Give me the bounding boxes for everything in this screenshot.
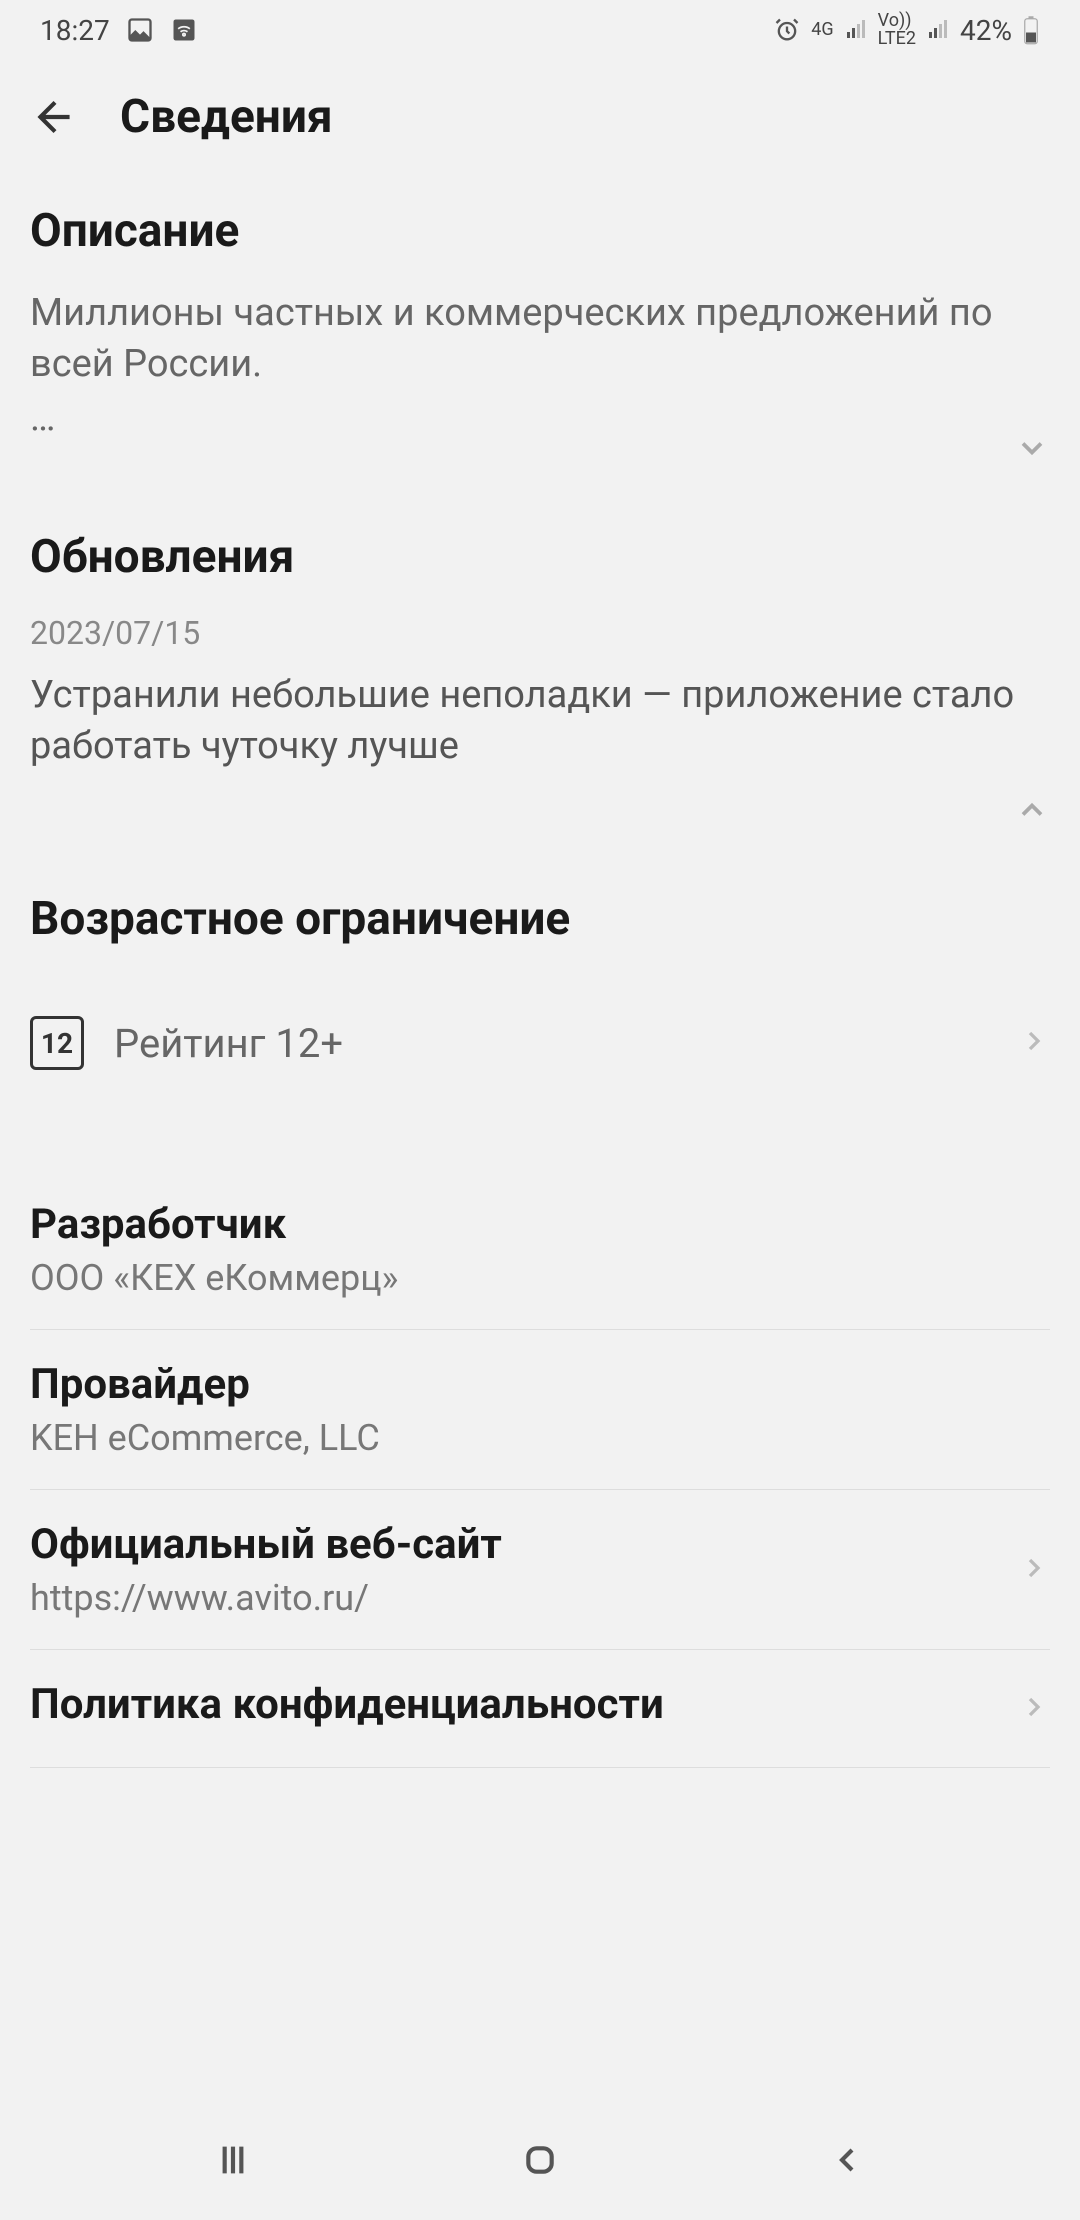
privacy-row[interactable]: Политика конфиденциальности xyxy=(30,1650,1050,1768)
status-right: 4G Vo))LTE2 42% xyxy=(773,12,1040,48)
updates-text: Устранили небольшие неполадки — приложен… xyxy=(30,670,1050,773)
chevron-down-icon xyxy=(1014,430,1050,470)
chevron-right-icon xyxy=(1018,1552,1050,1588)
privacy-label: Политика конфиденциальности xyxy=(30,1680,998,1729)
website-row[interactable]: Официальный веб-сайт https://www.avito.r… xyxy=(30,1490,1050,1650)
header: Сведения xyxy=(0,60,1080,174)
wifi-icon xyxy=(170,16,198,44)
age-badge-icon: 12 xyxy=(30,1016,84,1070)
status-bar: 18:27 4G Vo))LTE2 42% xyxy=(0,0,1080,60)
battery-icon xyxy=(1022,15,1040,45)
signal-icon-2 xyxy=(926,18,950,42)
navigation-bar xyxy=(0,2100,1080,2220)
website-label: Официальный веб-сайт xyxy=(30,1520,998,1569)
description-section: Описание Миллионы частных и коммерческих… xyxy=(30,204,1050,470)
updates-date: 2023/07/15 xyxy=(30,614,1050,652)
status-left: 18:27 xyxy=(40,14,198,47)
image-icon xyxy=(126,16,154,44)
chevron-right-icon xyxy=(1018,1025,1050,1061)
provider-row: Провайдер KEH eCommerce, LLC xyxy=(30,1330,1050,1490)
developer-label: Разработчик xyxy=(30,1200,1050,1249)
signal-icon-1 xyxy=(844,18,868,42)
chevron-up-icon xyxy=(1014,792,1050,832)
developer-value: ООО «КЕХ еКоммерц» xyxy=(30,1257,1050,1299)
updates-title: Обновления xyxy=(30,530,1050,584)
age-rating-label: Рейтинг 12+ xyxy=(114,1020,988,1067)
developer-row: Разработчик ООО «КЕХ еКоммерц» xyxy=(30,1170,1050,1330)
net-4g: 4G xyxy=(811,21,833,39)
back-nav-button[interactable] xyxy=(827,2140,867,2180)
age-section: Возрастное ограничение 12 Рейтинг 12+ xyxy=(30,892,1050,1110)
age-title: Возрастное ограничение xyxy=(30,892,1050,946)
chevron-right-icon xyxy=(1018,1691,1050,1727)
website-value: https://www.avito.ru/ xyxy=(30,1577,998,1619)
recents-button[interactable] xyxy=(213,2140,253,2180)
updates-section: Обновления 2023/07/15 Устранили небольши… xyxy=(30,530,1050,833)
battery-percent: 42% xyxy=(960,14,1012,47)
info-list: Разработчик ООО «КЕХ еКоммерц» Провайдер… xyxy=(30,1170,1050,1768)
provider-label: Провайдер xyxy=(30,1360,1050,1409)
net-volte: Vo))LTE2 xyxy=(878,12,916,48)
description-text: Миллионы частных и коммерческих предложе… xyxy=(30,288,1050,391)
collapse-updates[interactable] xyxy=(30,792,1050,832)
expand-description[interactable] xyxy=(30,430,1050,470)
status-time: 18:27 xyxy=(40,14,110,47)
page-title: Сведения xyxy=(120,90,333,144)
description-title: Описание xyxy=(30,204,1050,258)
back-button[interactable] xyxy=(30,92,80,142)
alarm-icon xyxy=(773,16,801,44)
age-rating-row[interactable]: 12 Рейтинг 12+ xyxy=(30,976,1050,1110)
provider-value: KEH eCommerce, LLC xyxy=(30,1417,1050,1459)
home-button[interactable] xyxy=(520,2140,560,2180)
